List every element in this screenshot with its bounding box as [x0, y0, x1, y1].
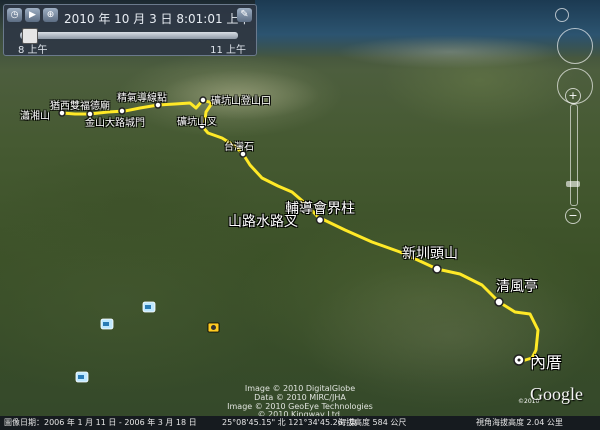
label-bitan-mountain-fork[interactable]: 礦坑山登山口 [211, 92, 271, 107]
status-bar: 圖像日期：2006 年 1 月 11 日 - 2006 年 3 月 18 日 2… [0, 416, 600, 430]
label-sianjhen-mountain[interactable]: 瀟湘山 [20, 107, 50, 122]
time-slider-track[interactable] [20, 32, 238, 39]
play-icon[interactable]: ▶ [25, 8, 40, 22]
cup-icon[interactable] [100, 318, 114, 330]
label-road-water-fork[interactable]: 山路水路叉 [228, 211, 298, 231]
hiking-trail-path [60, 98, 540, 363]
time-slider-end-label: 11 上午 [210, 45, 246, 56]
label-shuangxi-fudemiao[interactable]: 猶西雙福德廟 [50, 97, 110, 112]
zoom-out-icon[interactable]: − [565, 208, 581, 224]
attribution-line: Data © 2010 MIRC/JHA [254, 393, 346, 402]
clock-icon[interactable]: ◷ [7, 8, 22, 22]
zoom-slider-knob[interactable] [566, 181, 580, 187]
cup-icon[interactable] [75, 371, 89, 383]
compass-icon[interactable] [555, 8, 569, 22]
look-joystick-icon[interactable] [557, 28, 593, 64]
wrench-icon[interactable]: ✎ [237, 8, 252, 22]
zoom-slider-track[interactable] [570, 104, 578, 206]
waypoint-qingfeng[interactable] [494, 297, 504, 307]
waypoints [58, 96, 525, 366]
label-xinzhen-touzhan[interactable]: 新圳頭山 [402, 243, 458, 263]
label-jingjia-dao-point[interactable]: 精氣導線點 [117, 89, 167, 104]
google-logo: Google [530, 384, 583, 404]
label-bitan-fork[interactable]: 礦坑山叉 [177, 113, 217, 128]
imagery-date: 圖像日期：2006 年 1 月 11 日 - 2006 年 3 月 18 日 [4, 418, 197, 427]
zoom-icon[interactable]: ⊕ [43, 8, 58, 22]
pointer-coordinates: 25°08'45.15" 北 121°34'45.26" 東 [222, 418, 357, 427]
navigation-controls: + − [553, 6, 597, 236]
elevation-readout: 海拔高度 584 公尺 [338, 418, 407, 427]
time-slider-datetime: 2010 年 10 月 3 日 8:01:01 上午 [64, 12, 251, 26]
label-neicuo[interactable]: 內厝 [530, 349, 562, 373]
time-slider-start-label: 8 上午 [18, 45, 48, 56]
waypoint-mountain-entrance[interactable] [199, 96, 207, 104]
eye-altitude-readout: 視角海拔高度 2.04 公里 [476, 418, 563, 427]
label-nanzhuang-road-gate[interactable]: 金山大路城門 [85, 114, 145, 129]
cup-icon[interactable] [142, 301, 156, 313]
waypoint-xinzhen[interactable] [432, 264, 442, 274]
attribution-line: Image © 2010 DigitalGlobe [244, 384, 356, 393]
zoom-in-icon[interactable]: + [565, 88, 581, 104]
camera-icon[interactable] [207, 322, 220, 333]
label-qingfeng-pavilion[interactable]: 清風亭 [496, 276, 538, 296]
time-slider-panel: ◷ ▶ ⊕ 2010 年 10 月 3 日 8:01:01 上午 ✎ 8 上午 … [3, 4, 257, 56]
label-taiwan-stone[interactable]: 台灣石 [224, 138, 254, 153]
waypoint-neicuo-center [517, 358, 521, 362]
